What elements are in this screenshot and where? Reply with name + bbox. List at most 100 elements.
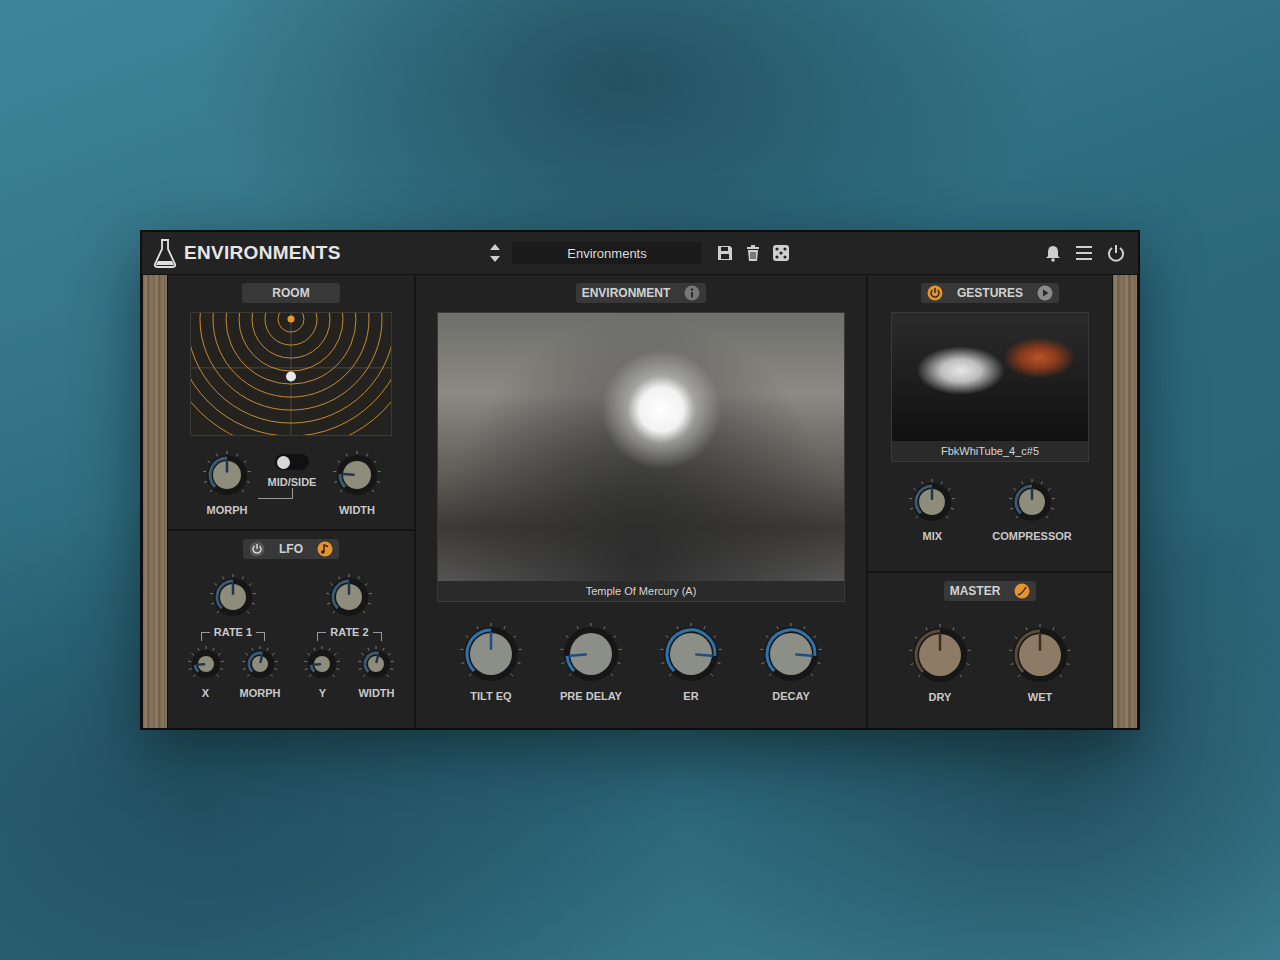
knob[interactable]: MORPH	[202, 450, 252, 516]
knob-dial-icon[interactable]	[303, 645, 341, 683]
knob-dial-icon[interactable]	[241, 645, 279, 683]
knob[interactable]: DECAY	[759, 622, 823, 702]
knob-dial-icon[interactable]	[332, 450, 382, 500]
gesture-photo	[892, 313, 1088, 441]
mid-side-toggle[interactable]	[275, 454, 309, 470]
bracket-line	[373, 632, 382, 641]
flask-icon	[152, 237, 178, 269]
lfo-sub-knobs: Y WIDTH	[302, 645, 396, 699]
master-curve-icon[interactable]	[1014, 583, 1030, 599]
master-controls: DRY WET	[908, 623, 1072, 703]
section-title: ENVIRONMENT	[582, 286, 671, 300]
knob-label: X	[202, 687, 209, 699]
knob[interactable]: DRY	[908, 623, 972, 703]
left-column: ROOMMORPHMID/SIDEWIDTHLFORATE 1XMORPHRAT…	[168, 275, 416, 728]
knob[interactable]: WET	[1008, 623, 1072, 703]
section-header: ENVIRONMENT	[576, 283, 707, 303]
info-icon[interactable]	[684, 285, 700, 301]
room-panel: ROOM MORPH MID/SIDE WIDTH	[168, 275, 414, 531]
knob-label: Y	[319, 687, 326, 699]
logo: ENVIRONMENTS	[152, 237, 488, 269]
mid-side-control: MID/SIDE	[258, 450, 327, 499]
bracket-line	[256, 632, 265, 641]
rate-bracket: RATE 2	[317, 623, 381, 641]
section-title: MASTER	[950, 584, 1001, 598]
room-xy-pad[interactable]	[190, 312, 392, 436]
master-panel: MASTER DRY WET	[868, 573, 1112, 728]
menu-icon[interactable]	[1074, 244, 1094, 262]
knob[interactable]: TILT EQ	[459, 622, 523, 702]
preset-name-field[interactable]: Environments	[512, 242, 702, 264]
knob[interactable]	[325, 573, 373, 621]
knob[interactable]: MIX	[908, 478, 956, 542]
knob-dial-icon[interactable]	[209, 573, 257, 621]
knob-dial-icon[interactable]	[659, 622, 723, 686]
rate-label: RATE 2	[330, 626, 368, 638]
knob-label: COMPRESSOR	[992, 530, 1071, 542]
knob[interactable]	[209, 573, 257, 621]
gesture-name: FbkWhiTube_4_c#5	[892, 441, 1088, 461]
knob-label: WIDTH	[358, 687, 394, 699]
room-controls: MORPH MID/SIDE WIDTH	[168, 436, 414, 516]
knob-dial-icon[interactable]	[325, 573, 373, 621]
plugin-title: ENVIRONMENTS	[184, 242, 341, 264]
knob-dial-icon[interactable]	[908, 478, 956, 526]
knob-label: TILT EQ	[470, 690, 511, 702]
lfo-rate-groups: RATE 1 X MORPH RATE 2 Y WIDTH	[186, 573, 397, 699]
lfo-power-icon[interactable]	[249, 541, 265, 557]
knob[interactable]: X	[186, 645, 226, 699]
knob[interactable]: WIDTH	[332, 450, 382, 516]
bracket-line	[201, 632, 210, 641]
header-bar: ENVIRONMENTS Environments	[142, 232, 1138, 275]
mid-side-label: MID/SIDE	[268, 476, 317, 488]
section-title: LFO	[279, 542, 303, 556]
knob-label: WIDTH	[339, 504, 375, 516]
knob-dial-icon[interactable]	[1008, 623, 1072, 687]
rate-label: RATE 1	[214, 626, 252, 638]
power-icon[interactable]	[1106, 243, 1126, 263]
save-icon[interactable]	[716, 244, 734, 262]
knob[interactable]: Y	[302, 645, 342, 699]
knob-dial-icon[interactable]	[908, 623, 972, 687]
sync-note-icon[interactable]	[317, 541, 333, 557]
knob-label: WET	[1028, 691, 1052, 703]
lfo-rate-group: RATE 2 Y WIDTH	[302, 573, 396, 699]
gestures-controls: MIX COMPRESSOR	[908, 478, 1071, 542]
knob-label: MORPH	[240, 687, 281, 699]
knob-label: MORPH	[207, 504, 248, 516]
knob[interactable]: WIDTH	[356, 645, 396, 699]
plugin-window: ENVIRONMENTS Environments ROOM MORPH MID/SID…	[140, 230, 1140, 730]
knob-dial-icon[interactable]	[187, 645, 225, 683]
lfo-sub-knobs: X MORPH	[186, 645, 281, 699]
gesture-picture-card[interactable]: FbkWhiTube_4_c#5	[891, 312, 1089, 462]
trash-icon[interactable]	[744, 244, 762, 262]
preset-bar: Environments	[488, 242, 790, 264]
morph-link-line	[258, 488, 293, 499]
gestures-power-icon[interactable]	[927, 285, 943, 301]
knob[interactable]: ER	[659, 622, 723, 702]
center-column: ENVIRONMENT Temple Of Mercury (A) TILT EQ P…	[416, 275, 868, 728]
wood-side-panel	[142, 275, 168, 728]
bell-icon[interactable]	[1044, 244, 1062, 262]
knob-dial-icon[interactable]	[1008, 478, 1056, 526]
knob-label: DRY	[929, 691, 952, 703]
knob-dial-icon[interactable]	[459, 622, 523, 686]
environment-name: Temple Of Mercury (A)	[438, 581, 844, 601]
knob-dial-icon[interactable]	[559, 622, 623, 686]
play-icon[interactable]	[1037, 285, 1053, 301]
environment-picture-card[interactable]: Temple Of Mercury (A)	[437, 312, 845, 602]
knob-dial-icon[interactable]	[202, 450, 252, 500]
up-down-arrows-icon[interactable]	[488, 242, 502, 264]
knob[interactable]: PRE DELAY	[559, 622, 623, 702]
section-header: MASTER	[944, 581, 1037, 601]
knob-label: ER	[683, 690, 698, 702]
knob-label: PRE DELAY	[560, 690, 622, 702]
knob-dial-icon[interactable]	[357, 645, 395, 683]
environment-panel: ENVIRONMENT Temple Of Mercury (A) TILT EQ P…	[416, 275, 866, 728]
knob-dial-icon[interactable]	[759, 622, 823, 686]
knob[interactable]: COMPRESSOR	[992, 478, 1071, 542]
desktop-background: ENVIRONMENTS Environments ROOM MORPH MID/SID…	[0, 0, 1280, 960]
knob[interactable]: MORPH	[240, 645, 281, 699]
dice-icon[interactable]	[772, 244, 790, 262]
section-title: ROOM	[272, 286, 309, 300]
